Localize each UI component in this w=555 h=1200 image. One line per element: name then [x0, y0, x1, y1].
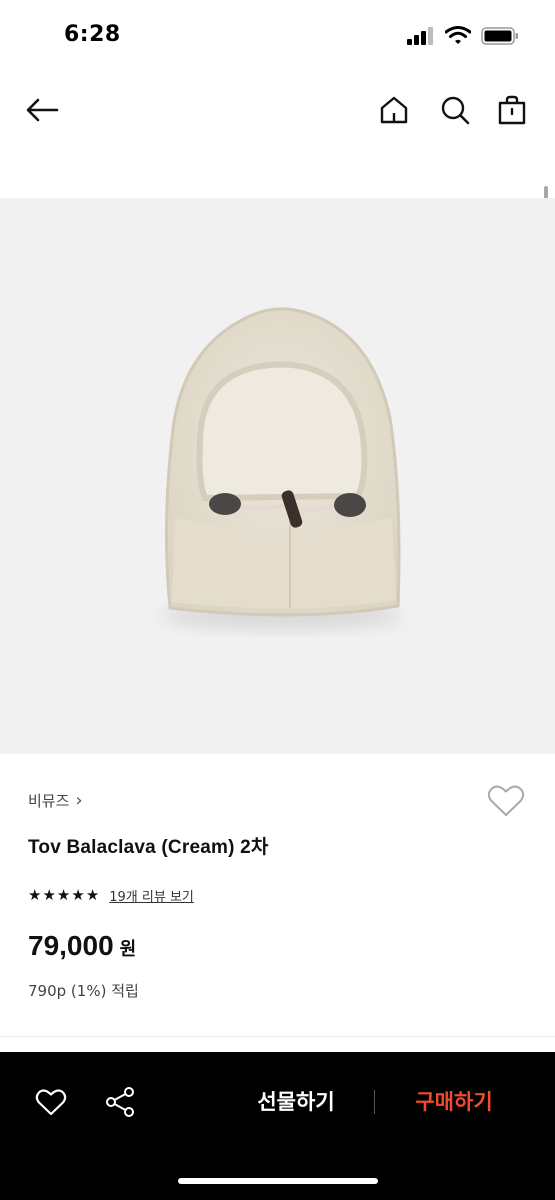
brand-link[interactable]: 비뮤즈 › [28, 790, 83, 811]
shopping-bag-icon [498, 95, 526, 125]
heart-outline-icon [487, 785, 525, 816]
cart-button[interactable] [490, 88, 534, 132]
price-currency: 원 [119, 939, 137, 960]
search-button[interactable] [433, 88, 477, 132]
gift-button[interactable]: 선물하기 [236, 1086, 356, 1116]
chevron-right-icon: › [75, 790, 83, 811]
status-time: 6:28 [64, 22, 121, 47]
section-divider [0, 1036, 555, 1037]
status-bar: 6:28 [0, 0, 555, 70]
product-info: 비뮤즈 › Tov Balaclava (Cream) 2차 ★ ★ ★ ★ ★… [0, 754, 555, 1036]
bottom-wishlist-button[interactable] [33, 1084, 69, 1120]
product-image[interactable] [0, 198, 555, 754]
rating-stars: ★ ★ ★ ★ ★ [28, 888, 99, 903]
star-icon: ★ [56, 886, 71, 904]
back-button[interactable] [20, 88, 64, 132]
home-icon [380, 96, 408, 124]
signal-icon [407, 26, 433, 45]
top-nav [0, 70, 555, 150]
wishlist-button[interactable] [487, 784, 525, 820]
search-icon [441, 96, 470, 125]
star-icon: ★ [71, 886, 85, 904]
rating-row: ★ ★ ★ ★ ★ 19개 리뷰 보기 [28, 886, 194, 906]
star-icon: ★ [42, 886, 56, 904]
balaclava-illustration [162, 307, 402, 630]
buy-button[interactable]: 구매하기 [394, 1086, 514, 1116]
home-indicator[interactable] [178, 1178, 378, 1184]
brand-name: 비뮤즈 [28, 792, 70, 810]
product-title: Tov Balaclava (Cream) 2차 [28, 837, 269, 858]
share-icon [106, 1087, 134, 1117]
wifi-icon [445, 26, 471, 44]
price-row: 79,000 원 [28, 930, 136, 962]
button-separator [374, 1090, 375, 1114]
star-icon: ★ [28, 886, 42, 904]
heart-outline-icon [35, 1089, 67, 1116]
reward-points: 790p (1%) 적립 [28, 982, 139, 1000]
review-link[interactable]: 19개 리뷰 보기 [109, 886, 194, 905]
star-icon: ★ [85, 886, 100, 904]
share-button[interactable] [102, 1084, 138, 1120]
home-button[interactable] [372, 88, 416, 132]
battery-icon [481, 26, 518, 45]
price-value: 79,000 [28, 930, 114, 961]
arrow-left-icon [26, 98, 59, 122]
status-icons [407, 26, 519, 45]
